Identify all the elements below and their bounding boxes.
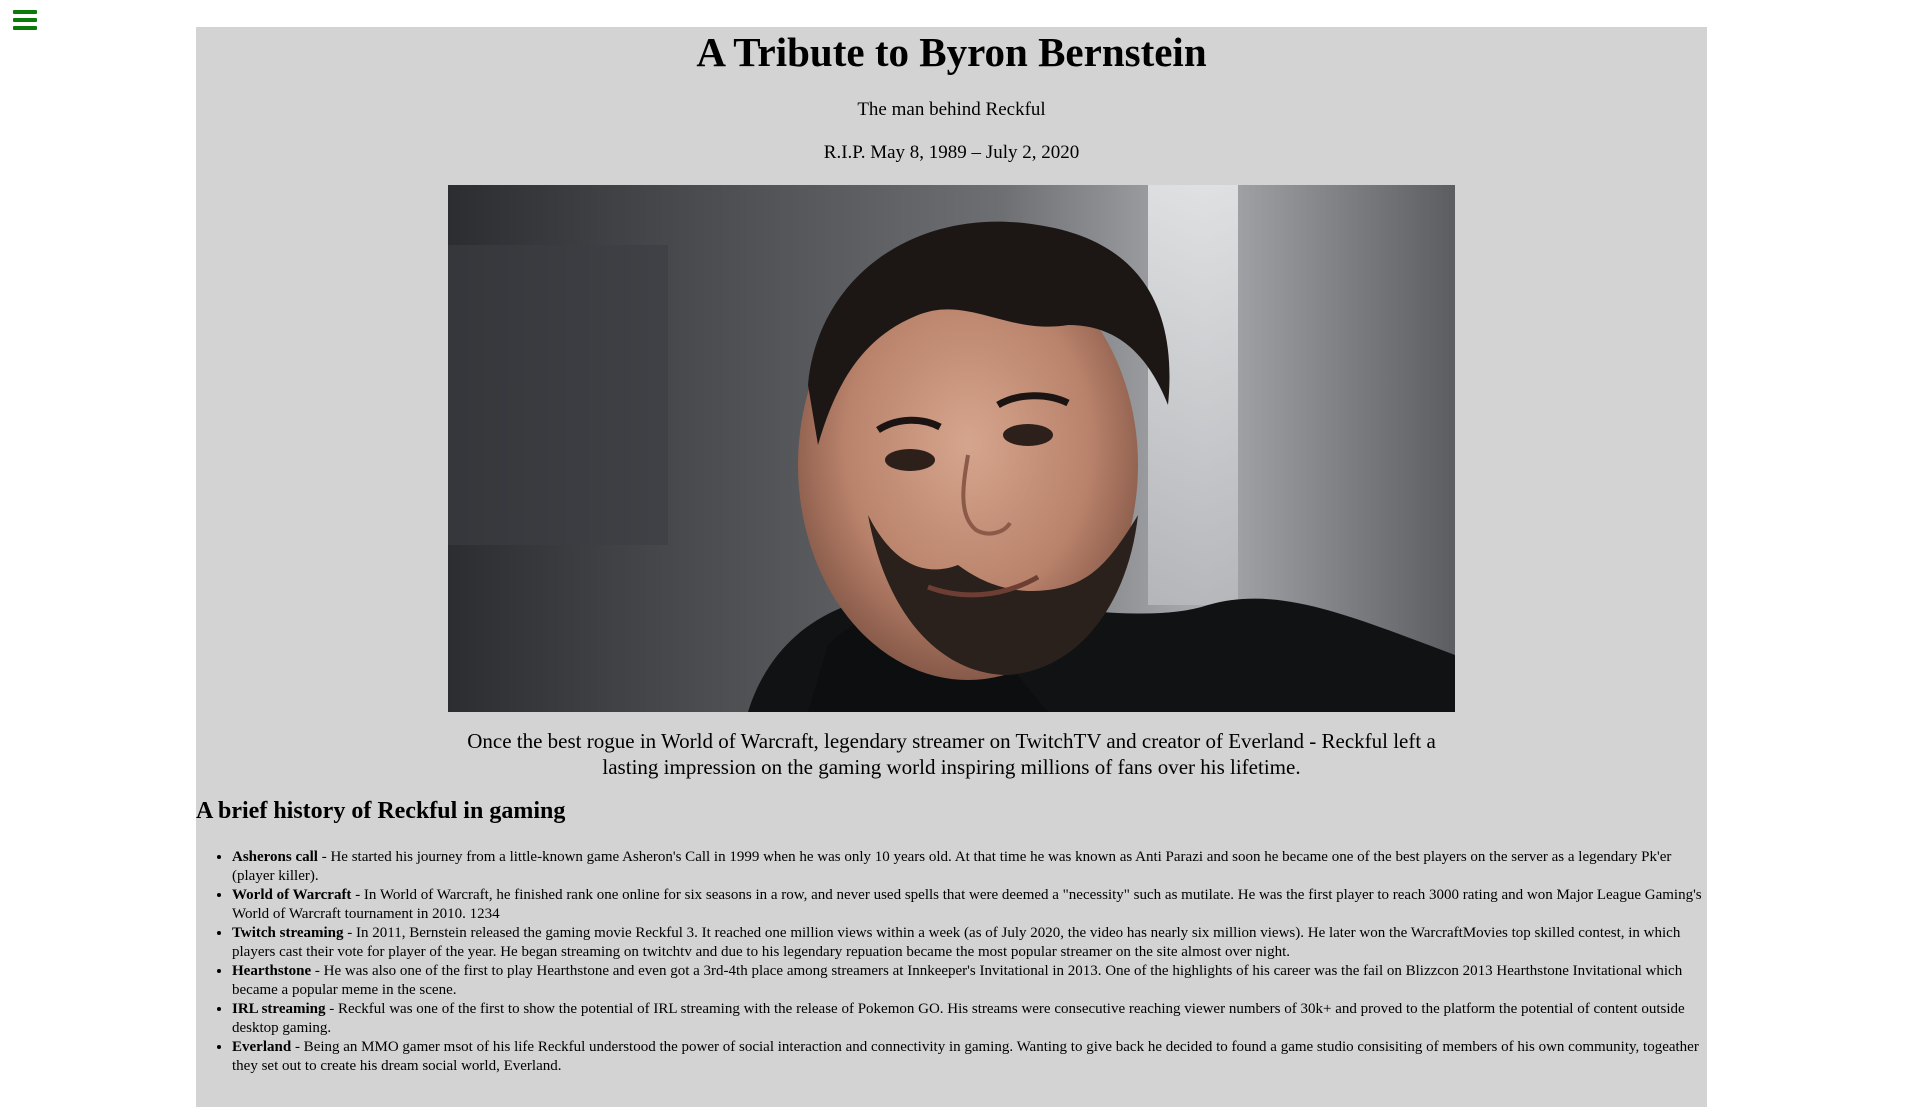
list-item: Everland - Being an MMO gamer msot of hi…: [232, 1038, 1707, 1076]
history-item-text: - Reckful was one of the first to show t…: [232, 1001, 1685, 1036]
list-item: Asherons call - He started his journey f…: [232, 848, 1707, 886]
history-item-name: IRL streaming: [232, 1001, 326, 1017]
list-item: World of Warcraft - In World of Warcraft…: [232, 886, 1707, 924]
history-item-text: - In World of Warcraft, he finished rank…: [232, 887, 1702, 922]
history-list: Asherons call - He started his journey f…: [196, 848, 1707, 1076]
life-dates: R.I.P. May 8, 1989 – July 2, 2020: [823, 142, 1080, 163]
portrait-photo: [448, 185, 1455, 712]
menu-bar: [13, 10, 37, 14]
history-item-text: - He started his journey from a little-k…: [232, 849, 1672, 884]
page-title: A Tribute to Byron Bernstein: [696, 29, 1207, 75]
page-subtitle: The man behind Reckful: [857, 99, 1046, 120]
photo-caption: Once the best rogue in World of Warcraft…: [467, 729, 1436, 779]
history-item-name: World of Warcraft: [232, 887, 352, 903]
history-item-name: Hearthstone: [232, 963, 312, 979]
hamburger-menu-icon[interactable]: [13, 9, 37, 31]
history-item-name: Twitch streaming: [232, 925, 344, 941]
history-item-text: - In 2011, Bernstein released the gaming…: [232, 925, 1681, 960]
list-item: Hearthstone - He was also one of the fir…: [232, 962, 1707, 1000]
history-item-text: - Being an MMO gamer msot of his life Re…: [232, 1039, 1699, 1074]
list-item: Twitch streaming - In 2011, Bernstein re…: [232, 924, 1707, 962]
history-heading: A brief history of Reckful in gaming: [196, 798, 566, 824]
history-item-name: Asherons call: [232, 849, 318, 865]
history-item-name: Everland: [232, 1039, 292, 1055]
history-item-text: - He was also one of the first to play H…: [232, 963, 1683, 998]
menu-bar: [13, 26, 37, 30]
tribute-content: A Tribute to Byron Bernstein The man beh…: [196, 27, 1707, 1107]
portrait-illustration: [448, 185, 1455, 712]
list-item: IRL streaming - Reckful was one of the f…: [232, 1000, 1707, 1038]
menu-bar: [13, 18, 37, 22]
